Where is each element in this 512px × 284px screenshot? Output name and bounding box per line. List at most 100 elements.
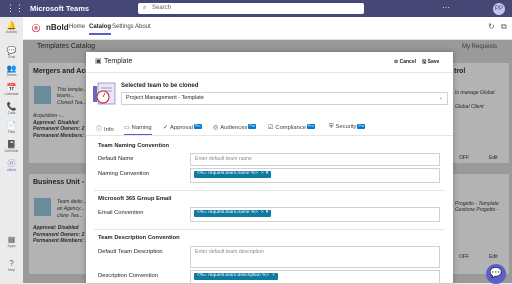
rail-item-calendar[interactable]: 📅 Calendar [0, 83, 23, 96]
tab-home[interactable]: Home [69, 24, 85, 30]
m365-group-heading: Microsoft 365 Group Email [98, 196, 172, 202]
rail-item-activity[interactable]: 🔔 Activity [0, 21, 23, 34]
card-line: Acquisition -... [33, 113, 65, 119]
cancel-icon: ⊘ [394, 59, 399, 65]
tab-label: Approval [170, 125, 193, 131]
chip-remove-icon[interactable]: × [261, 210, 264, 215]
chevron-down-icon: ⌄ [438, 95, 443, 101]
rail-item-files[interactable]: 📄 Files [0, 121, 23, 134]
tab-label: Audiences [220, 125, 248, 131]
tab-security[interactable]: ⛨ Security Pro [329, 124, 366, 134]
rail-label: Calls [7, 111, 16, 115]
selected-team-dropdown[interactable]: Project Management - Template ⌄ [121, 92, 448, 105]
rail-label: Calendar [4, 92, 19, 96]
email-token-chip[interactable]: <%= request.team.name %> × ▾ [194, 210, 272, 217]
save-label: Save [427, 59, 440, 65]
cancel-button[interactable]: ⊘ Cancel [394, 59, 416, 65]
card-line: Approval: Disabled [33, 225, 79, 231]
chat-icon: 💬 [6, 46, 17, 55]
default-name-placeholder: Enter default team name [195, 156, 252, 162]
description-convention-label: Description Convention [98, 273, 158, 279]
card-line: Gestione Progetto - [455, 207, 499, 213]
nbold-icon: ⓝ [7, 159, 16, 168]
save-button[interactable]: 🖫 Save [422, 59, 439, 67]
tab-label: Compliance [275, 125, 306, 131]
naming-token-chip[interactable]: <%= request.team.name %> × ▾ [194, 171, 272, 178]
tab-label: Security [335, 124, 357, 130]
catalog-title: Templates Catalog [37, 43, 95, 50]
phone-icon: 📞 [6, 102, 17, 111]
rail-item-calls[interactable]: 📞 Calls [0, 102, 23, 115]
naming-convention-field[interactable]: <%= request.team.name %> × ▾ [190, 168, 440, 183]
help-icon: ? [9, 259, 14, 268]
reload-icon[interactable]: ↻ [488, 22, 495, 31]
more-options-icon[interactable]: ··· [442, 3, 450, 12]
app-launcher-icon[interactable]: ⋮⋮ [6, 4, 24, 13]
card-line: Team dedic... [57, 199, 87, 205]
chip-remove-icon[interactable]: × [272, 273, 275, 278]
rail-item-teams[interactable]: 👥 Teams [0, 64, 23, 77]
search-box[interactable]: ⌕ Search [138, 3, 364, 14]
rail-label: Chat [7, 55, 16, 59]
card-thumbnail [34, 86, 51, 104]
chip-dropdown-icon[interactable]: ▾ [266, 210, 268, 215]
card-thumbnail [34, 198, 51, 216]
shield-icon: ⛨ [329, 124, 334, 130]
tab-compliance[interactable]: ☑ Compliance Pro [268, 124, 315, 134]
tab-catalog[interactable]: Catalog [89, 24, 112, 35]
app-rail: 🔔 Activity 💬 Chat 👥 Teams 📅 Calendar 📞 C… [0, 17, 24, 283]
card-title: trol [454, 68, 466, 75]
tab-label: Naming [131, 125, 152, 131]
email-convention-label: Email Convention [98, 210, 144, 216]
default-description-textarea[interactable]: Enter default team description [190, 246, 440, 268]
template-dialog: ▣ Template ⊘ Cancel 🖫 Save Selected team… [86, 52, 453, 284]
description-token-chip[interactable]: <%= request.team.description %> × [194, 273, 278, 280]
off-toggle[interactable]: OFF [459, 155, 469, 161]
tab-settings[interactable]: Settings [112, 24, 134, 30]
rail-label: OneNote [4, 149, 19, 153]
edit-button[interactable]: Edit [489, 155, 498, 161]
card-line: Permanent Owners: 2 [33, 126, 85, 132]
rail-item-onenote[interactable]: 📓 OneNote [0, 140, 23, 153]
tab-audiences[interactable]: ◎ Audiences Pro [213, 124, 256, 134]
compliance-icon: ☑ [268, 125, 274, 131]
template-card[interactable] [453, 63, 509, 163]
naming-icon: ▭ [124, 125, 130, 131]
chip-remove-icon[interactable]: × [261, 171, 264, 176]
tab-approval[interactable]: ✓ Approval Pro [163, 124, 202, 134]
section-divider [94, 190, 445, 191]
avatar[interactable]: PP [493, 3, 505, 15]
chip-dropdown-icon[interactable]: ▾ [266, 171, 268, 176]
rail-label: Apps [7, 244, 16, 248]
tab-naming[interactable]: ▭ Naming [124, 124, 152, 135]
off-toggle[interactable]: OFF [459, 254, 469, 260]
info-icon: ⓘ [96, 127, 103, 133]
search-placeholder: Search [152, 5, 172, 11]
dialog-title: Template [104, 58, 133, 65]
approval-icon: ✓ [163, 125, 169, 131]
description-convention-field[interactable]: <%= request.team.description %> × [190, 270, 440, 284]
team-naming-heading: Team Naming Convention [98, 143, 170, 149]
save-icon: 🖫 [422, 59, 427, 65]
template-card[interactable] [29, 174, 86, 274]
default-name-input[interactable]: Enter default team name [190, 153, 440, 166]
card-line: Permanent Members: 1 [33, 238, 89, 244]
rail-item-help[interactable]: ? Help [0, 259, 23, 272]
email-convention-field[interactable]: <%= request.team.name %> × ▾ [190, 207, 440, 222]
rail-item-apps[interactable]: ▦ Apps [0, 235, 23, 248]
my-requests-link[interactable]: My Requests [462, 44, 497, 50]
selected-team-value: Project Management - Template [126, 95, 204, 101]
calendar-icon: 📅 [6, 83, 17, 92]
pro-badge: Pro [307, 124, 315, 129]
tab-about[interactable]: About [135, 24, 151, 30]
edit-button[interactable]: Edit [489, 254, 498, 260]
tab-info[interactable]: ⓘ Info [96, 124, 114, 134]
rail-item-nbold[interactable]: ⓝ nBold [0, 159, 23, 172]
popout-icon[interactable]: ⧉ [501, 22, 507, 32]
title-bar: ⋮⋮ Microsoft Teams ⌕ Search ··· PP [0, 0, 512, 17]
rail-item-chat[interactable]: 💬 Chat [0, 46, 23, 59]
chip-label: <%= request.team.name %> [197, 171, 258, 176]
chat-bubble-icon[interactable]: 💬 [486, 264, 506, 284]
team-description-heading: Team Description Convention [98, 235, 180, 241]
card-line: Cloned Tea... [57, 100, 87, 106]
